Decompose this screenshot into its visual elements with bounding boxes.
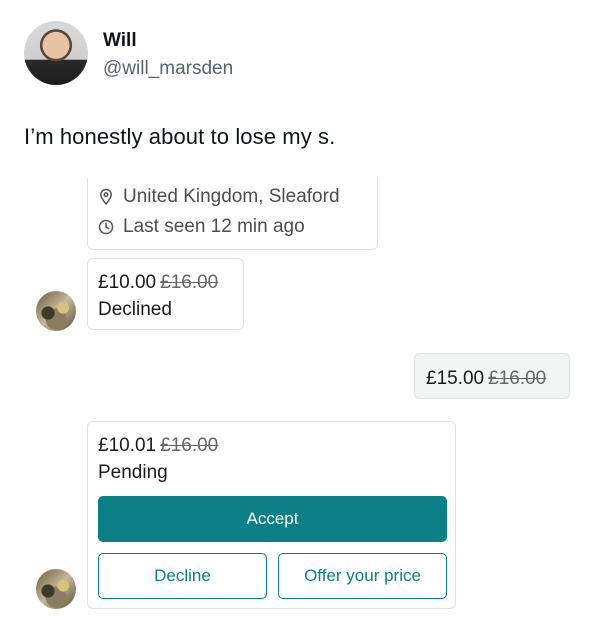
offer-price: £10.01 [98, 435, 157, 456]
redaction-mask [366, 118, 410, 156]
pending-offer-card: £10.01 £16.00 Pending Accept Decline Offe… [87, 421, 456, 609]
location-row: United Kingdom, Sleaford [98, 186, 340, 208]
offer-status: Pending [98, 462, 168, 483]
seller-avatar[interactable] [36, 569, 76, 609]
declined-offer-card: £10.00 £16.00 Declined [87, 258, 244, 330]
offer-your-price-button[interactable]: Offer your price [278, 553, 447, 599]
original-price: £16.00 [488, 368, 547, 389]
last-seen-row: Last seen 12 min ago [98, 216, 305, 238]
last-seen-text: Last seen 12 min ago [123, 216, 305, 237]
accept-button[interactable]: Accept [98, 496, 447, 542]
decline-button[interactable]: Decline [98, 553, 267, 599]
offer-price-line: £10.01 £16.00 [98, 435, 218, 457]
own-offer-bubble: £15.00 £16.00 [414, 353, 570, 399]
location-pin-icon [100, 188, 112, 206]
profile-avatar[interactable] [24, 21, 88, 85]
clock-icon [98, 219, 114, 235]
offer-price: £10.00 [98, 272, 157, 293]
user-handle[interactable]: @will_marsden [103, 58, 233, 80]
location-text: United Kingdom, Sleaford [123, 186, 340, 207]
offer-price-line: £10.00 £16.00 [98, 272, 218, 294]
own-offer-price-line: £15.00 £16.00 [426, 368, 546, 390]
offer-status: Declined [98, 299, 172, 320]
original-price: £16.00 [160, 272, 219, 293]
tweet-text: I’m honestly about to lose my s. [24, 124, 336, 149]
seller-info-card: United Kingdom, Sleaford Last seen 12 mi… [87, 178, 378, 250]
display-name[interactable]: Will [103, 30, 137, 52]
original-price: £16.00 [160, 435, 219, 456]
seller-avatar[interactable] [36, 291, 76, 331]
offer-price: £15.00 [426, 368, 485, 389]
